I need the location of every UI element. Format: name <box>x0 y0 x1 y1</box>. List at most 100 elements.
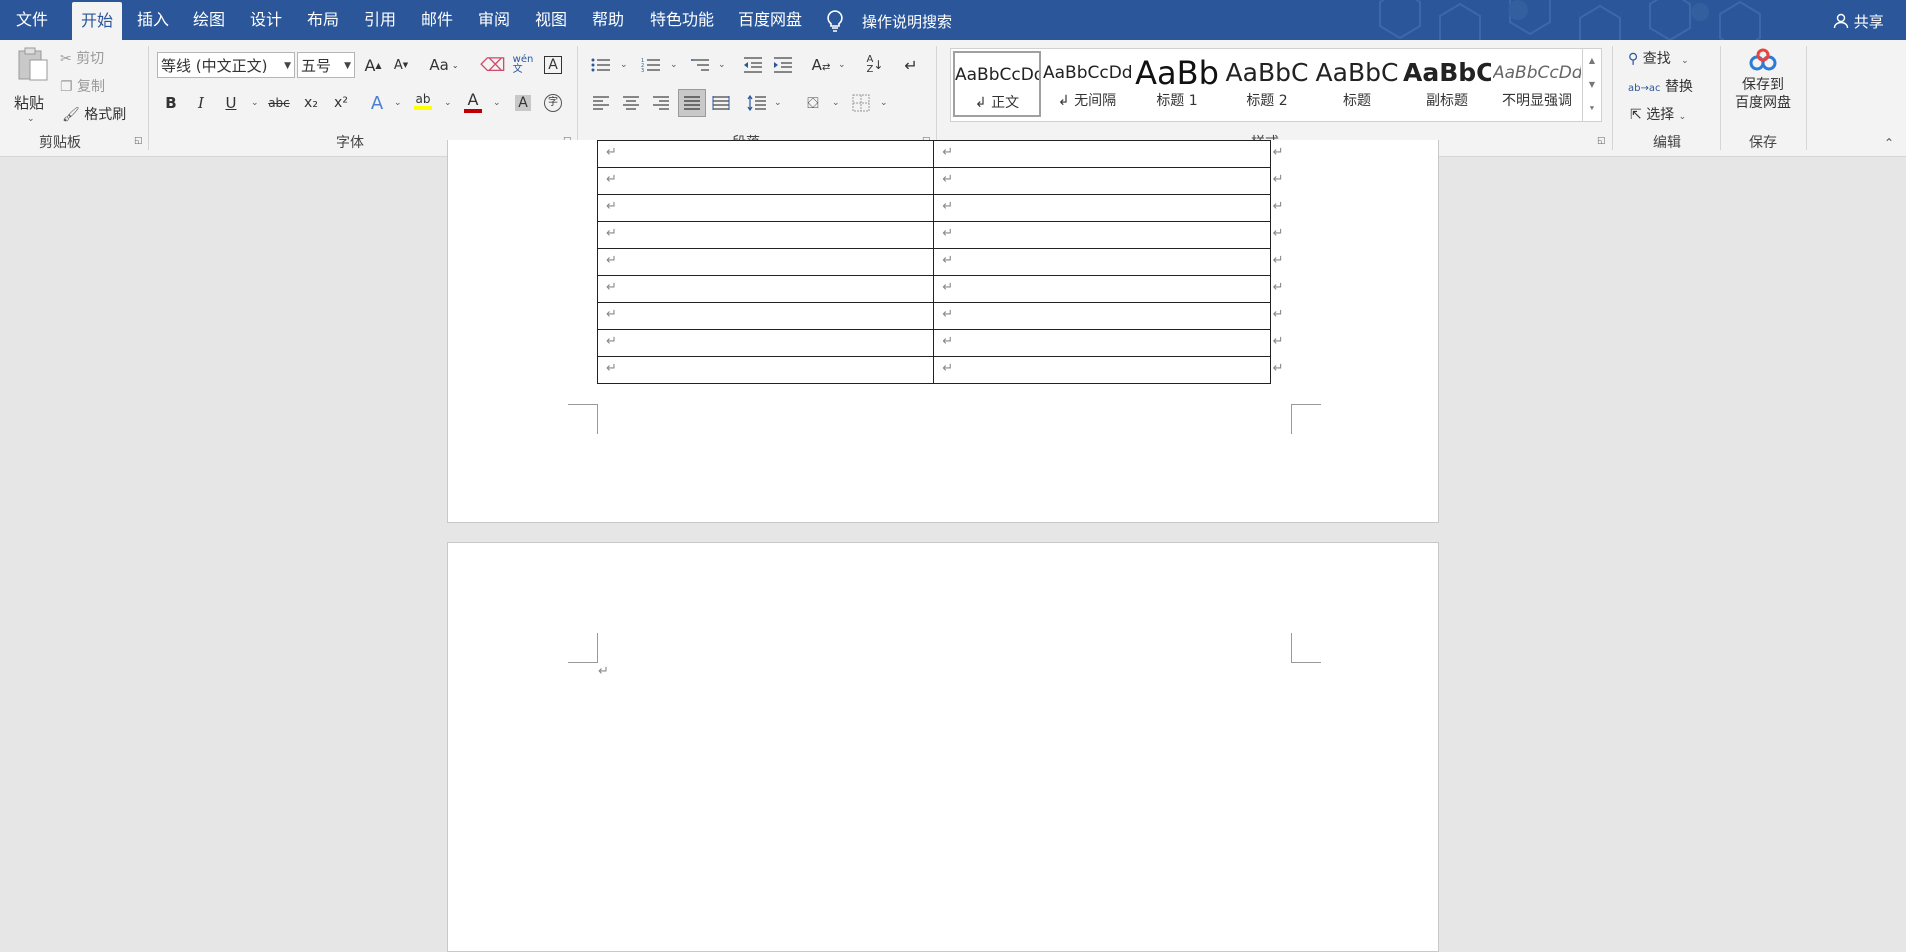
paste-button[interactable]: 粘贴 ⌄ <box>10 46 54 126</box>
font-size-combo[interactable]: 五号 ▼ <box>297 52 355 78</box>
numbering-button[interactable]: 123 <box>638 52 664 78</box>
style-item-4[interactable]: AaBbC 标题 <box>1313 51 1401 117</box>
borders-button[interactable] <box>848 90 874 116</box>
align-left-button[interactable] <box>588 90 614 116</box>
justify-button[interactable] <box>678 89 706 117</box>
table-cell[interactable]: ↵ <box>596 302 935 330</box>
table-cell[interactable]: ↵ <box>933 140 1271 168</box>
gallery-down-icon[interactable]: ▼ <box>1583 73 1601 97</box>
style-item-2[interactable]: AaBb 标题 1 <box>1133 51 1221 117</box>
chevron-down-icon[interactable]: ⌄ <box>832 98 840 108</box>
document-table[interactable]: ↵ ↵ ↵ ↵ ↵ ↵ ↵ ↵ ↵ ↵ ↵ ↵ ↵ ↵ ↵ ↵ ↵ ↵ ↵ ↵ ↵ ↵ ↵ ↵ ↵ ↵ ↵ <box>596 140 1291 384</box>
chevron-down-icon[interactable]: ⌄ <box>880 98 888 108</box>
tab-6[interactable]: 引用 <box>355 0 405 40</box>
table-cell[interactable]: ↵ <box>596 356 935 384</box>
dialog-launcher-icon[interactable]: ◱ <box>134 136 143 146</box>
collapse-ribbon-icon[interactable]: ⌃ <box>1884 136 1894 150</box>
table-cell[interactable]: ↵ <box>933 275 1271 303</box>
table-cell[interactable]: ↵ <box>933 167 1271 195</box>
chevron-down-icon[interactable]: ⌄ <box>251 98 259 108</box>
tab-12[interactable]: 百度网盘 <box>732 0 808 40</box>
underline-button[interactable]: U <box>218 90 244 116</box>
line-spacing-button[interactable] <box>744 90 770 116</box>
shrink-font-button[interactable]: A ▼ <box>388 52 414 78</box>
table-cell[interactable]: ↵ <box>933 221 1271 249</box>
subscript-button[interactable]: x₂ <box>298 90 324 116</box>
align-right-button[interactable] <box>648 90 674 116</box>
table-cell[interactable]: ↵ <box>596 140 935 168</box>
table-cell[interactable]: ↵ <box>596 194 935 222</box>
phonetic-guide-button[interactable]: wén 文 <box>510 52 536 78</box>
superscript-button[interactable]: x² <box>328 90 354 116</box>
show-marks-button[interactable]: ↵ <box>898 52 924 78</box>
share-button[interactable]: 共享 <box>1833 11 1884 32</box>
table-cell[interactable]: ↵ <box>933 248 1271 276</box>
table-cell[interactable]: ↵ <box>596 248 935 276</box>
tab-4[interactable]: 设计 <box>241 0 291 40</box>
lightbulb-icon[interactable] <box>826 10 844 36</box>
tab-8[interactable]: 审阅 <box>469 0 519 40</box>
decrease-indent-button[interactable] <box>740 52 766 78</box>
multilevel-list-button[interactable] <box>688 52 714 78</box>
style-item-5[interactable]: AaBbC 副标题 <box>1403 51 1491 117</box>
chevron-down-icon[interactable]: ⌄ <box>718 60 726 70</box>
chevron-down-icon[interactable]: ⌄ <box>493 98 501 108</box>
style-item-6[interactable]: AaBbCcDd 不明显强调 <box>1493 51 1581 117</box>
chevron-down-icon[interactable]: ⌄ <box>774 98 782 108</box>
align-center-button[interactable] <box>618 90 644 116</box>
shading-button[interactable]: ⛋ <box>800 90 826 116</box>
tab-0[interactable]: 文件 <box>12 0 52 40</box>
font-name-combo[interactable]: 等线 (中文正文) ▼ <box>157 52 295 78</box>
style-item-0[interactable]: AaBbCcDd ↲ 正文 <box>953 51 1041 117</box>
copy-button[interactable]: ❐ 复制 <box>60 76 105 96</box>
tab-1[interactable]: 开始 <box>72 2 122 40</box>
tab-11[interactable]: 特色功能 <box>642 0 722 40</box>
chevron-down-icon[interactable]: ⌄ <box>670 60 678 70</box>
character-shading-button[interactable]: A <box>510 90 536 116</box>
text-effects-button[interactable]: A <box>364 90 390 116</box>
tab-9[interactable]: 视图 <box>526 0 576 40</box>
table-cell[interactable]: ↵ <box>933 194 1271 222</box>
tab-2[interactable]: 插入 <box>128 0 178 40</box>
style-item-1[interactable]: AaBbCcDd ↲ 无间隔 <box>1043 51 1131 117</box>
table-cell[interactable]: ↵ <box>596 275 935 303</box>
select-button[interactable]: ⇱ 选择 ⌄ <box>1630 104 1686 124</box>
sort-button[interactable]: A Z ↓ <box>862 52 888 78</box>
chevron-down-icon[interactable]: ⌄ <box>394 98 402 108</box>
strikethrough-button[interactable]: abc <box>266 90 292 116</box>
tab-3[interactable]: 绘图 <box>184 0 234 40</box>
save-to-baidu-button[interactable]: 保存到 百度网盘 <box>1728 46 1798 130</box>
gallery-more-icon[interactable]: ⯆ <box>1583 97 1601 121</box>
tab-5[interactable]: 布局 <box>298 0 348 40</box>
grow-font-button[interactable]: A ▲ <box>360 52 386 78</box>
style-item-3[interactable]: AaBbC 标题 2 <box>1223 51 1311 117</box>
clear-formatting-button[interactable]: ⌫ <box>480 52 506 78</box>
enclose-characters-button[interactable]: 字 <box>540 90 566 116</box>
gallery-up-icon[interactable]: ▲ <box>1583 49 1601 73</box>
replace-button[interactable]: ab→ac 替换 <box>1628 76 1693 96</box>
table-cell[interactable]: ↵ <box>933 302 1271 330</box>
asian-layout-button[interactable]: A⇄ <box>808 52 834 78</box>
tell-me-search[interactable]: 操作说明搜索 <box>862 11 952 32</box>
table-cell[interactable]: ↵ <box>596 167 935 195</box>
format-painter-button[interactable]: 🖌 格式刷 <box>62 104 126 124</box>
character-border-button[interactable]: A <box>540 52 566 78</box>
italic-button[interactable]: I <box>188 90 214 116</box>
increase-indent-button[interactable] <box>770 52 796 78</box>
tab-10[interactable]: 帮助 <box>583 0 633 40</box>
font-color-button[interactable]: A <box>460 88 486 114</box>
cut-button[interactable]: ✂ 剪切 <box>60 48 104 68</box>
highlight-button[interactable]: ab <box>410 88 436 114</box>
bullets-button[interactable] <box>588 52 614 78</box>
dialog-launcher-icon[interactable]: ◱ <box>1597 136 1606 146</box>
change-case-button[interactable]: Aa ⌄ <box>426 52 462 78</box>
find-button[interactable]: ⚲ 查找 ⌄ <box>1628 48 1689 68</box>
tab-7[interactable]: 邮件 <box>412 0 462 40</box>
chevron-down-icon[interactable]: ⌄ <box>620 60 628 70</box>
chevron-down-icon[interactable]: ⌄ <box>444 98 452 108</box>
table-cell[interactable]: ↵ <box>933 329 1271 357</box>
table-cell[interactable]: ↵ <box>933 356 1271 384</box>
table-cell[interactable]: ↵ <box>596 221 935 249</box>
distributed-button[interactable] <box>708 90 734 116</box>
paragraph-mark[interactable]: ↵ <box>598 664 609 679</box>
